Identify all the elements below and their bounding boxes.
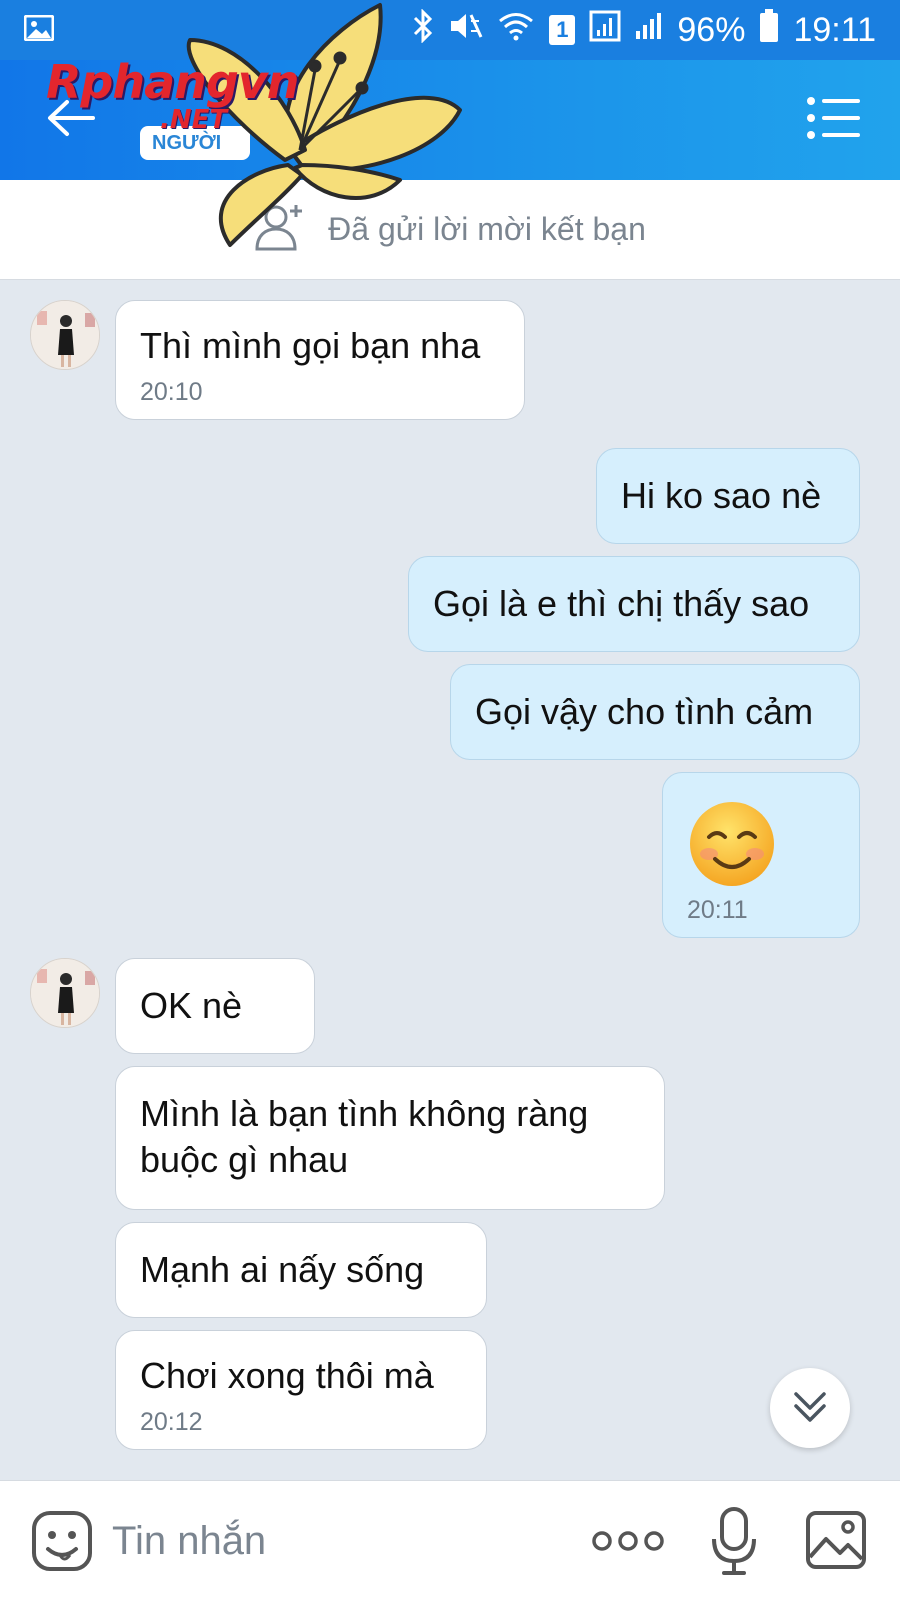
clock: 19:11 xyxy=(793,10,876,49)
list-menu-icon xyxy=(806,97,862,144)
bluetooth-icon xyxy=(411,7,435,52)
contact-avatar[interactable] xyxy=(30,958,100,1028)
message-text: Hi ko sao nè xyxy=(621,475,822,516)
friend-request-label: Đã gửi lời mời kết bạn xyxy=(328,211,646,247)
menu-button[interactable] xyxy=(806,96,866,144)
message-bubble[interactable]: Thì mình gọi bạn nha 20:10 xyxy=(115,300,525,420)
image-icon xyxy=(804,1511,868,1575)
smiling-face-emoji xyxy=(687,799,777,889)
scroll-to-bottom-button[interactable] xyxy=(770,1368,850,1448)
send-image-button[interactable] xyxy=(804,1509,868,1571)
arrow-left-icon xyxy=(45,98,95,143)
message-bubble[interactable]: Hi ko sao nè xyxy=(596,448,860,544)
contact-name-badge[interactable]: NGƯỜI xyxy=(140,126,250,160)
message-bubble[interactable]: Mạnh ai nấy sống xyxy=(115,1222,487,1318)
sticker-icon xyxy=(30,1511,94,1577)
message-text: Gọi vậy cho tình cảm xyxy=(475,691,814,732)
chat-header: NGƯỜI xyxy=(0,60,900,180)
more-dots-icon xyxy=(592,1531,664,1565)
composer-bar xyxy=(0,1480,900,1600)
voice-record-button[interactable] xyxy=(710,1505,758,1577)
message-bubble[interactable]: OK nè xyxy=(115,958,315,1054)
message-text: Mạnh ai nấy sống xyxy=(140,1249,425,1290)
add-person-icon xyxy=(254,201,306,258)
message-bubble[interactable]: Mình là bạn tình không ràng buộc gì nhau xyxy=(115,1066,665,1210)
message-bubble[interactable]: 20:11 xyxy=(662,772,860,938)
double-chevron-down-icon xyxy=(790,1386,830,1431)
message-bubble[interactable]: Gọi là e thì chị thấy sao xyxy=(408,556,860,652)
more-options-button[interactable] xyxy=(592,1521,664,1561)
message-text: Thì mình gọi bạn nha xyxy=(140,325,481,366)
battery-icon xyxy=(759,8,779,52)
message-time: 20:12 xyxy=(140,1408,203,1436)
sim-slot-badge: 1 xyxy=(549,15,576,45)
status-bar: 1 96% 19:11 xyxy=(0,0,900,60)
message-list[interactable]: Thì mình gọi bạn nha 20:10 Hi ko sao nè … xyxy=(0,280,900,1480)
message-time: 20:10 xyxy=(140,378,203,406)
battery-percent: 96% xyxy=(677,10,746,49)
contact-avatar[interactable] xyxy=(30,300,100,370)
message-bubble[interactable]: Gọi vậy cho tình cảm xyxy=(450,664,860,760)
friend-request-bar: Đã gửi lời mời kết bạn xyxy=(0,180,900,280)
sticker-button[interactable] xyxy=(30,1509,94,1573)
message-text: Mình là bạn tình không ràng buộc gì nhau xyxy=(140,1093,589,1180)
microphone-icon xyxy=(710,1507,758,1581)
sim-signal-icon xyxy=(589,10,621,51)
cell-signal-icon xyxy=(635,11,663,50)
message-text: Chơi xong thôi mà xyxy=(140,1355,434,1396)
mute-icon xyxy=(449,11,483,50)
message-bubble[interactable]: Chơi xong thôi mà 20:12 xyxy=(115,1330,487,1450)
message-time: 20:11 xyxy=(687,896,748,924)
back-button[interactable] xyxy=(40,90,100,150)
message-text: Gọi là e thì chị thấy sao xyxy=(433,583,810,624)
message-text: OK nè xyxy=(140,985,243,1026)
message-input[interactable] xyxy=(112,1511,552,1571)
gallery-icon xyxy=(23,14,55,46)
wifi-icon xyxy=(497,11,535,50)
